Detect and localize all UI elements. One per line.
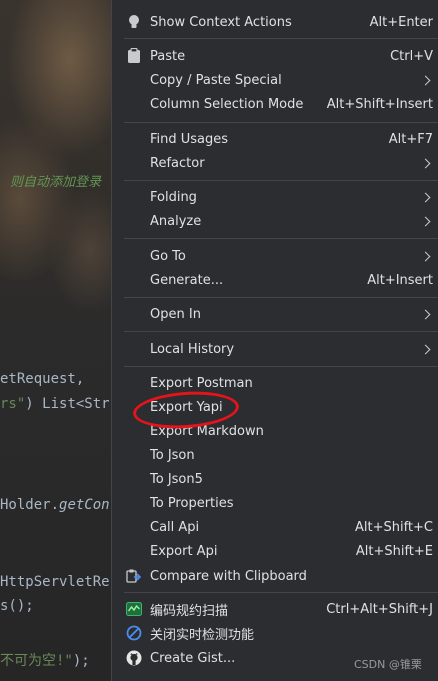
code-comment: 则自动添加登录	[10, 175, 102, 190]
menu-item-label: To Json5	[150, 471, 203, 487]
separator	[124, 238, 438, 239]
code-string: 不可为空!"	[0, 653, 73, 669]
menu-item-label: Export Postman	[150, 375, 253, 391]
menu-item-column-selection-mode[interactable]: Column Selection Mode Alt+Shift+Insert	[112, 93, 438, 115]
code-method: getCon	[59, 497, 110, 513]
menu-item-label: Copy / Paste Special	[150, 72, 282, 88]
menu-item-to-json5[interactable]: To Json5	[112, 468, 438, 490]
menu-item-label: Find Usages	[150, 131, 229, 147]
menu-item-find-usages[interactable]: Find Usages Alt+F7	[112, 128, 438, 150]
menu-item-label: Show Context Actions	[150, 14, 292, 30]
menu-item-label: 编码规约扫描	[150, 603, 229, 619]
menu-item-open-in[interactable]: Open In	[112, 303, 438, 325]
menu-item-code-guideline-scan[interactable]: 编码规约扫描 Ctrl+Alt+Shift+J	[112, 598, 438, 620]
menu-item-to-properties[interactable]: To Properties	[112, 492, 438, 514]
menu-item-label: Column Selection Mode	[150, 96, 304, 112]
menu-item-label: Local History	[150, 341, 235, 357]
code-text: );	[72, 653, 90, 669]
menu-item-local-history[interactable]: Local History	[112, 338, 438, 360]
shortcut: Alt+Shift+C	[354, 519, 433, 535]
menu-item-label: Go To	[150, 248, 186, 264]
menu-item-label: To Json	[150, 447, 195, 463]
menu-item-go-to[interactable]: Go To	[112, 245, 438, 267]
menu-item-label: Analyze	[150, 213, 202, 229]
menu-item-label: 关闭实时检测功能	[150, 627, 255, 643]
code-text: Holder.	[0, 497, 60, 513]
code-line: rs") List<Str	[0, 396, 110, 412]
menu-item-export-postman[interactable]: Export Postman	[112, 372, 438, 394]
menu-item-label: Compare with Clipboard	[150, 568, 307, 584]
menu-item-analyze[interactable]: Analyze	[112, 210, 438, 232]
menu-item-copy-paste-special[interactable]: Copy / Paste Special	[112, 69, 438, 91]
scan-chart-icon	[126, 601, 142, 617]
separator	[124, 366, 438, 367]
watermark: CSDN @锥栗	[354, 658, 422, 671]
no-entry-icon	[126, 625, 142, 641]
shortcut: Alt+Shift+Insert	[326, 96, 433, 112]
chevron-right-icon	[420, 75, 431, 85]
menu-item-label: Folding	[150, 189, 197, 205]
code-line: s();	[0, 598, 34, 614]
separator	[124, 297, 438, 298]
shortcut: Alt+F7	[388, 131, 433, 147]
context-menu: Show Context Actions Alt+Enter Paste Ctr…	[111, 0, 438, 681]
menu-item-generate[interactable]: Generate... Alt+Insert	[112, 269, 438, 291]
menu-item-show-context-actions[interactable]: Show Context Actions Alt+Enter	[112, 11, 438, 33]
menu-item-label: Paste	[150, 48, 186, 64]
menu-item-label: To Properties	[150, 495, 234, 511]
menu-item-label: Open In	[150, 306, 201, 322]
separator	[124, 592, 438, 593]
menu-item-paste[interactable]: Paste Ctrl+V	[112, 45, 438, 67]
menu-item-compare-with-clipboard[interactable]: Compare with Clipboard	[112, 565, 438, 587]
separator	[124, 38, 438, 39]
shortcut: Alt+Insert	[367, 272, 433, 288]
compare-icon	[126, 568, 142, 584]
clipboard-icon	[126, 48, 142, 64]
chevron-right-icon	[420, 192, 431, 202]
github-icon	[126, 650, 142, 666]
chevron-right-icon	[420, 309, 431, 319]
menu-item-label: Create Gist...	[150, 650, 236, 666]
menu-item-to-json[interactable]: To Json	[112, 444, 438, 466]
chevron-right-icon	[420, 251, 431, 261]
separator	[124, 180, 438, 181]
separator	[124, 331, 438, 332]
lightbulb-icon	[126, 14, 142, 30]
separator	[124, 122, 438, 123]
shortcut: Ctrl+V	[390, 48, 433, 64]
menu-item-folding[interactable]: Folding	[112, 186, 438, 208]
shortcut: Alt+Shift+E	[355, 543, 433, 559]
chevron-right-icon	[420, 216, 431, 226]
menu-item-label: Call Api	[150, 519, 200, 535]
menu-item-label: Generate...	[150, 272, 224, 288]
code-line: Holder.getCon	[0, 497, 110, 513]
code-line: 不可为空!");	[0, 650, 90, 670]
menu-item-refactor[interactable]: Refactor	[112, 152, 438, 174]
shortcut: Ctrl+Alt+Shift+J	[326, 601, 433, 617]
code-line: etRequest,	[0, 371, 85, 387]
menu-item-call-api[interactable]: Call Api Alt+Shift+C	[112, 516, 438, 538]
code-string: rs"	[0, 396, 26, 412]
shortcut: Alt+Enter	[369, 14, 433, 30]
menu-item-export-api[interactable]: Export Api Alt+Shift+E	[112, 540, 438, 562]
menu-item-label: Export Api	[150, 543, 218, 559]
chevron-right-icon	[420, 344, 431, 354]
menu-item-label: Refactor	[150, 155, 205, 171]
code-line: HttpServletRe	[0, 574, 110, 590]
menu-item-disable-realtime-check[interactable]: 关闭实时检测功能	[112, 622, 438, 644]
code-text: ) List<Str	[25, 396, 110, 412]
chevron-right-icon	[420, 158, 431, 168]
